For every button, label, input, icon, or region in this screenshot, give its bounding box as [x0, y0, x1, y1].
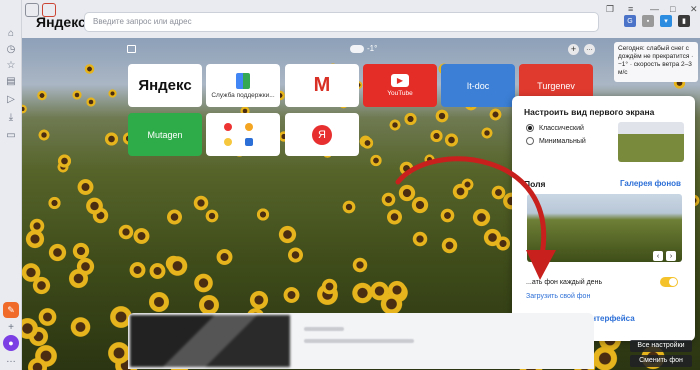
hint-arrow — [395, 156, 556, 280]
